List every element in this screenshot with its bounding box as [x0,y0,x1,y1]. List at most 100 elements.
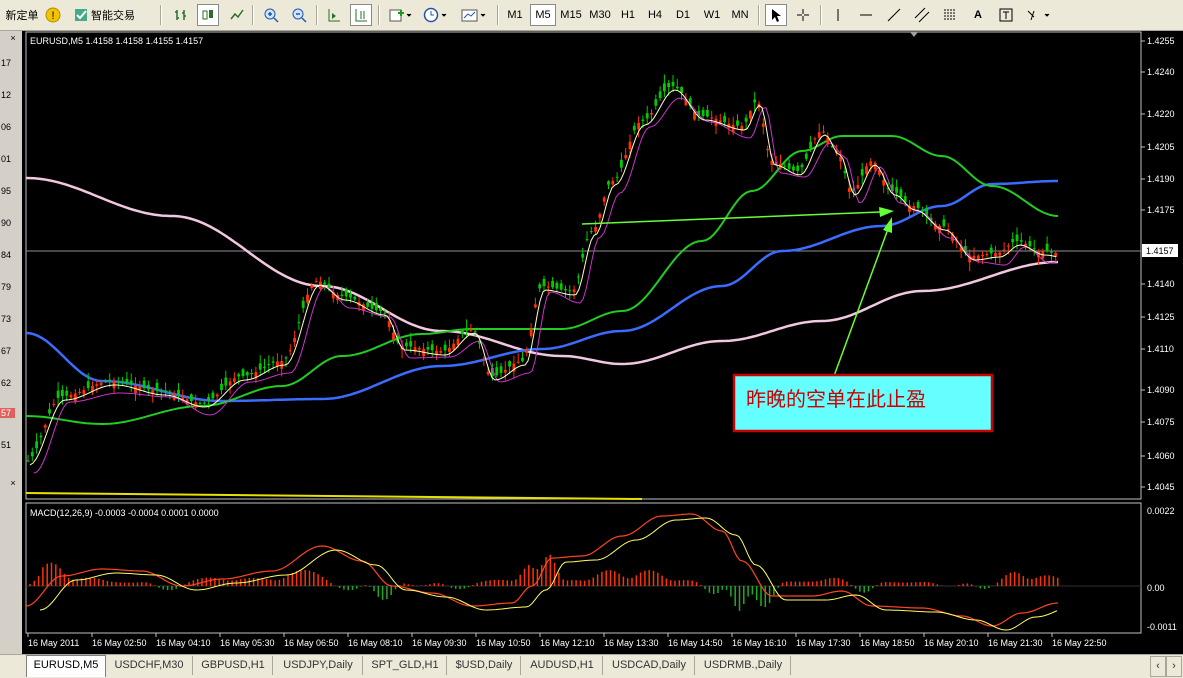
templates-icon[interactable] [458,4,490,26]
candle-body [78,391,81,393]
candle-body [301,300,305,308]
scroll-left-icon[interactable]: ‹ [1150,656,1166,677]
close-icon[interactable]: × [8,478,18,488]
horizontal-line-icon[interactable] [855,4,877,26]
cursor-icon[interactable] [765,4,787,26]
candle-body [306,294,309,303]
candle-body [800,164,804,168]
timeframe-m15[interactable]: M15 [558,4,584,26]
candle-body [783,165,787,167]
price-axis-label: 1.4255 [1147,36,1175,46]
fibonacci-icon[interactable] [939,4,961,26]
candle-body [856,185,860,189]
moving-average-200 [25,176,1059,366]
candle-body [56,390,60,398]
candle-body [989,247,993,254]
candle-body [340,294,344,296]
price-axis-label: 1.4240 [1147,67,1175,77]
zoom-out-icon[interactable] [288,4,310,26]
tab-usdrmb-daily[interactable]: USDRMB.,Daily [696,656,791,675]
timeframe-h4[interactable]: H4 [643,4,667,26]
tab-eurusd-m5[interactable]: EURUSD,M5 [26,655,106,677]
text-icon[interactable] [995,4,1017,26]
candle-body [749,111,752,119]
indicators-icon[interactable] [386,4,414,26]
price-axis-label: 1.4125 [1147,312,1175,322]
auto-scroll-icon[interactable] [350,4,372,26]
chart-shift-icon[interactable] [323,4,345,26]
tab-audusd-h1[interactable]: AUDUSD,H1 [522,656,603,675]
trendline-icon[interactable] [883,4,905,26]
candle-body [663,83,666,92]
expert-advisors-button[interactable]: 智能交易 [66,4,142,26]
candle-body [551,280,554,288]
timeframe-m30[interactable]: M30 [586,4,614,26]
equidistant-channel-icon[interactable] [911,4,933,26]
timeframe-d1[interactable]: D1 [671,4,695,26]
time-axis-label: 16 May 08:10 [348,638,403,648]
timeframe-w1[interactable]: W1 [699,4,725,26]
candle-body [499,366,503,373]
timeframe-m1[interactable]: M1 [503,4,527,26]
candle-body [344,289,348,297]
left-scale-label: 06 [1,122,12,132]
candle-body [1024,243,1027,246]
candle-body [921,209,924,212]
candle-body [86,381,90,388]
candle-body [736,120,739,126]
new-order-label: 新定单 [5,10,39,22]
new-order-button[interactable]: 新定单 [2,4,42,26]
time-axis-label: 16 May 17:30 [796,638,851,648]
price-axis-label: 1.4060 [1147,451,1175,461]
tab-usdchf-m30[interactable]: USDCHF,M30 [106,656,193,675]
close-icon[interactable]: × [8,33,18,43]
candle-body [865,166,868,174]
tab-gbpusd-h1[interactable]: GBPUSD,H1 [194,656,273,675]
scroll-right-icon[interactable]: › [1166,656,1182,677]
bar-chart-icon[interactable] [170,4,192,26]
candle-body [761,123,765,127]
candle-body [847,187,851,192]
candle-body [370,302,374,309]
arrows-icon[interactable] [1023,4,1057,26]
timeframe-mn[interactable]: MN [727,4,753,26]
candle-body [99,382,103,386]
candle-body [366,302,370,307]
zoom-in-icon[interactable] [260,4,282,26]
candle-body [104,380,107,382]
candle-body [245,372,249,376]
candle-body [555,282,559,289]
tab-spt-gld-h1[interactable]: SPT_GLD,H1 [364,656,447,675]
tab-usdjpy-daily[interactable]: USDJPY,Daily [274,656,363,675]
candle-body [822,131,825,133]
main-chart[interactable]: 1.4255 1.4240 1.4220 1.4205 1.4190 1.4175 1.41… [22,31,1183,654]
candle-body [503,369,507,373]
macd-histogram [29,554,1059,611]
periods-icon[interactable] [420,4,452,26]
candle-body [1007,245,1010,247]
timeframe-m5[interactable]: M5 [530,4,556,26]
timeframe-h1[interactable]: H1 [616,4,640,26]
vertical-line-icon[interactable] [827,4,849,26]
candle-body [516,361,520,363]
tab-usd-daily[interactable]: $USD,Daily [448,656,521,675]
crosshair-icon[interactable] [792,4,814,26]
candle-body [521,357,524,361]
text-label-button[interactable]: A [967,4,989,26]
candle-body [804,153,808,159]
candle-body [572,289,576,293]
candle-body [641,119,645,121]
candle-body [796,165,800,171]
alert-icon[interactable]: ! [44,4,62,26]
line-chart-icon[interactable] [226,4,248,26]
candle-body [843,170,847,174]
time-axis-label: 16 May 20:10 [924,638,979,648]
candle-body [73,393,77,402]
candle-body [529,328,533,336]
time-axis-label: 16 May 05:30 [220,638,275,648]
candle-body [297,322,301,324]
candle-body [202,402,206,404]
candle-body [392,332,395,340]
candlestick-chart-icon[interactable] [197,4,219,26]
tab-usdcad-daily[interactable]: USDCAD,Daily [604,656,695,675]
